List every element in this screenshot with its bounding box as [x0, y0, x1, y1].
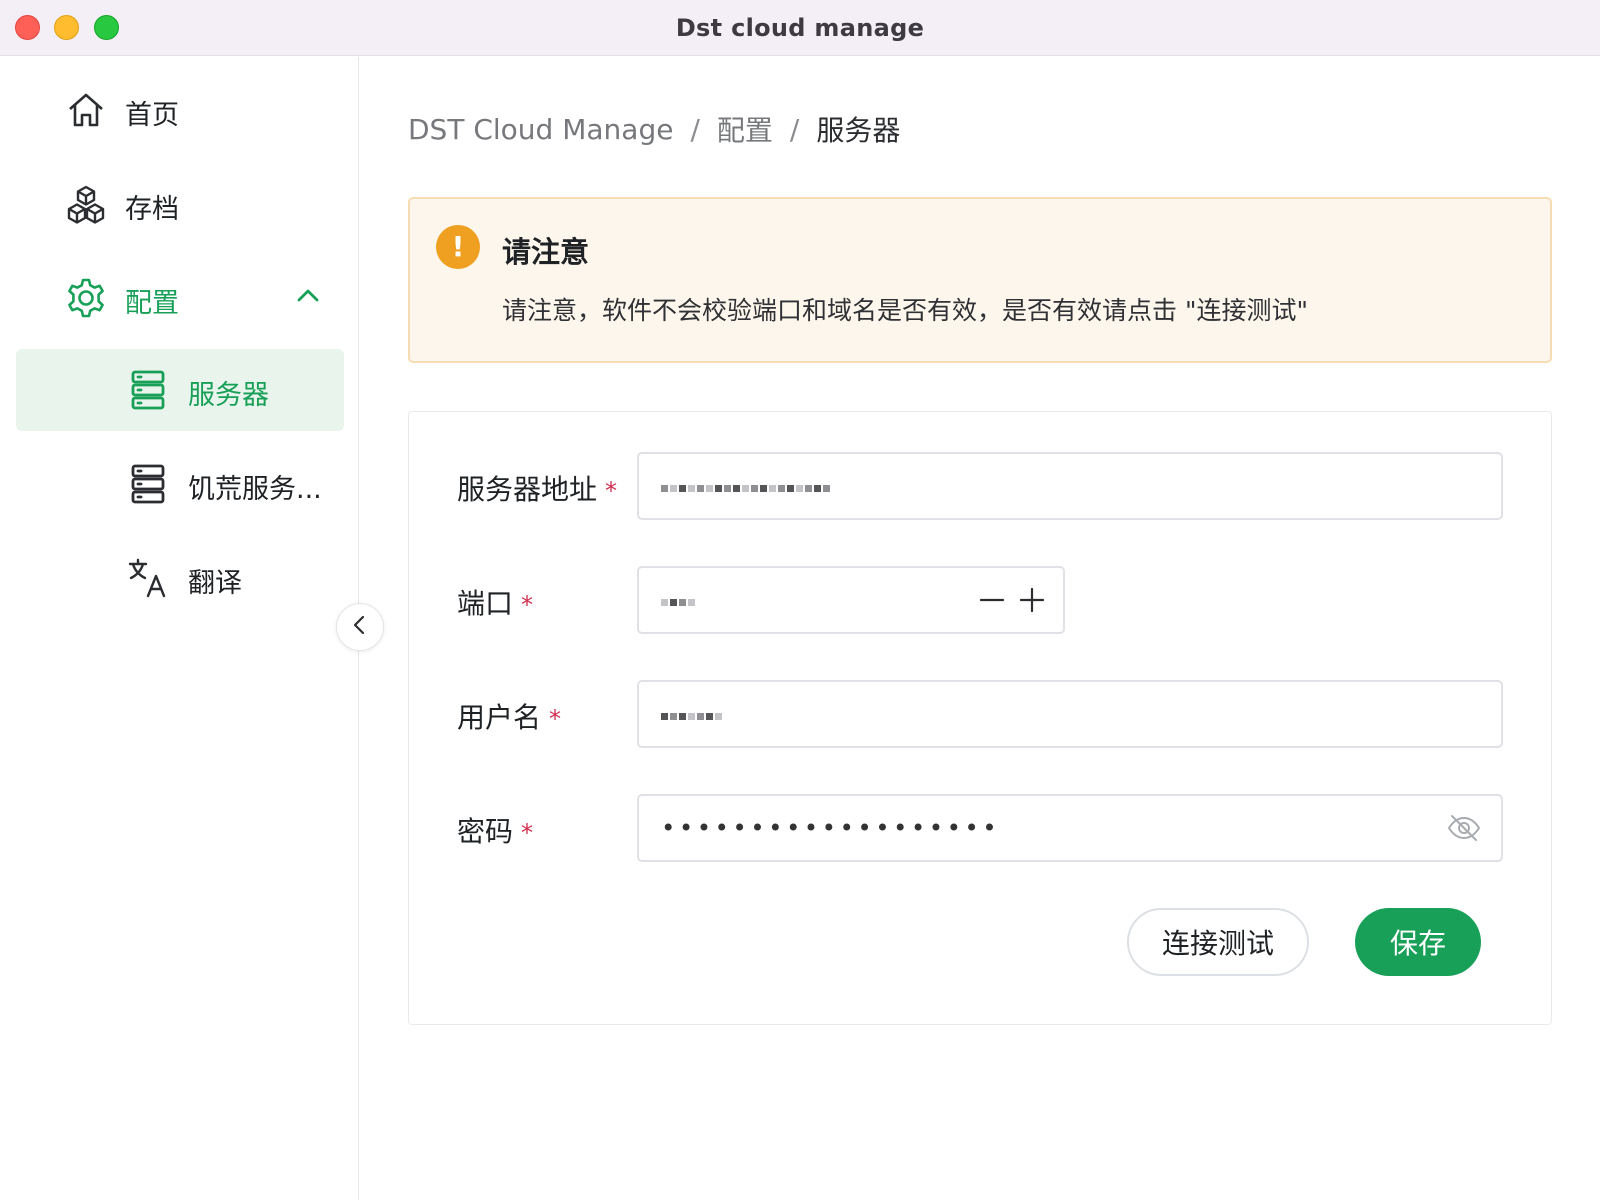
redacted-value: [661, 476, 830, 500]
server-address-input[interactable]: [637, 452, 1503, 520]
sidebar-item-archive[interactable]: 存档: [16, 163, 344, 245]
chevron-up-icon: [293, 281, 323, 311]
warning-icon: !: [436, 225, 480, 269]
sidebar-item-label: 翻译: [188, 568, 242, 599]
sidebar-item-home[interactable]: 首页: [16, 69, 344, 151]
server-form-card: 服务器地址 * 端口 * 用户名 * 密码 * ••••••••••••••••…: [408, 411, 1552, 1025]
form-row-username: 用户名 *: [409, 680, 1553, 748]
sidebar-item-label: 饥荒服务...: [188, 474, 322, 505]
password-value: •••••••••••••••••••: [661, 814, 1001, 842]
breadcrumb-separator: /: [789, 112, 800, 146]
sidebar-item-translate[interactable]: 翻译: [16, 537, 344, 619]
increment-button[interactable]: [1019, 582, 1045, 618]
server-icon: [126, 368, 170, 412]
sidebar-item-label: 服务器: [188, 380, 269, 411]
sidebar-item-config[interactable]: 配置: [16, 257, 344, 339]
password-input[interactable]: •••••••••••••••••••: [637, 794, 1503, 862]
sidebar-item-label: 存档: [125, 194, 179, 225]
form-label: 服务器地址 *: [457, 473, 618, 506]
decrement-button[interactable]: [979, 582, 1005, 618]
form-label: 端口 *: [457, 587, 534, 620]
connection-test-button[interactable]: 连接测试: [1127, 908, 1309, 976]
form-row-port: 端口 *: [409, 566, 1553, 634]
alert-body: 请注意，软件不会校验端口和域名是否有效，是否有效请点击 "连接测试": [502, 296, 1308, 325]
title-bar: Dst cloud manage: [0, 0, 1600, 56]
form-row-password: 密码 * •••••••••••••••••••: [409, 794, 1553, 862]
app-window: Dst cloud manage 首页 存档 配置 服务器 饥荒服务... 翻译…: [0, 0, 1600, 1200]
breadcrumb: DST Cloud Manage / 配置 / 服务器: [408, 109, 900, 149]
form-row-address: 服务器地址 *: [409, 452, 1553, 520]
gear-icon: [64, 276, 108, 320]
port-input[interactable]: [637, 566, 1065, 634]
server-icon: [126, 462, 170, 506]
breadcrumb-current: 服务器: [816, 114, 901, 147]
breadcrumb-separator: /: [690, 112, 700, 146]
required-mark: *: [521, 591, 534, 619]
eye-off-icon[interactable]: [1447, 813, 1481, 843]
sidebar-item-dst-server[interactable]: 饥荒服务...: [16, 443, 344, 525]
alert-title: 请注意: [502, 235, 590, 269]
required-mark: *: [605, 477, 618, 505]
breadcrumb-item[interactable]: 配置: [717, 109, 773, 149]
redacted-value: [661, 704, 722, 728]
window-title: Dst cloud manage: [675, 14, 925, 42]
home-icon: [64, 88, 108, 132]
form-label: 密码 *: [457, 815, 534, 848]
breadcrumb-item[interactable]: DST Cloud Manage: [408, 113, 673, 146]
translate-icon: [126, 556, 170, 600]
main-content: DST Cloud Manage / 配置 / 服务器 ! 请注意 请注意，软件…: [360, 57, 1600, 1200]
redacted-value: [661, 590, 695, 614]
warning-alert: ! 请注意 请注意，软件不会校验端口和域名是否有效，是否有效请点击 "连接测试": [408, 197, 1552, 363]
sidebar-item-label: 首页: [125, 100, 179, 131]
sidebar-item-label: 配置: [125, 288, 179, 319]
username-input[interactable]: [637, 680, 1503, 748]
save-button[interactable]: 保存: [1355, 908, 1481, 976]
port-stepper: [979, 582, 1045, 618]
cubes-icon: [64, 182, 108, 226]
sidebar-item-server[interactable]: 服务器: [16, 349, 344, 431]
sidebar: 首页 存档 配置 服务器 饥荒服务... 翻译: [0, 57, 359, 1200]
required-mark: *: [549, 705, 562, 733]
required-mark: *: [521, 819, 534, 847]
form-label: 用户名 *: [457, 701, 562, 734]
